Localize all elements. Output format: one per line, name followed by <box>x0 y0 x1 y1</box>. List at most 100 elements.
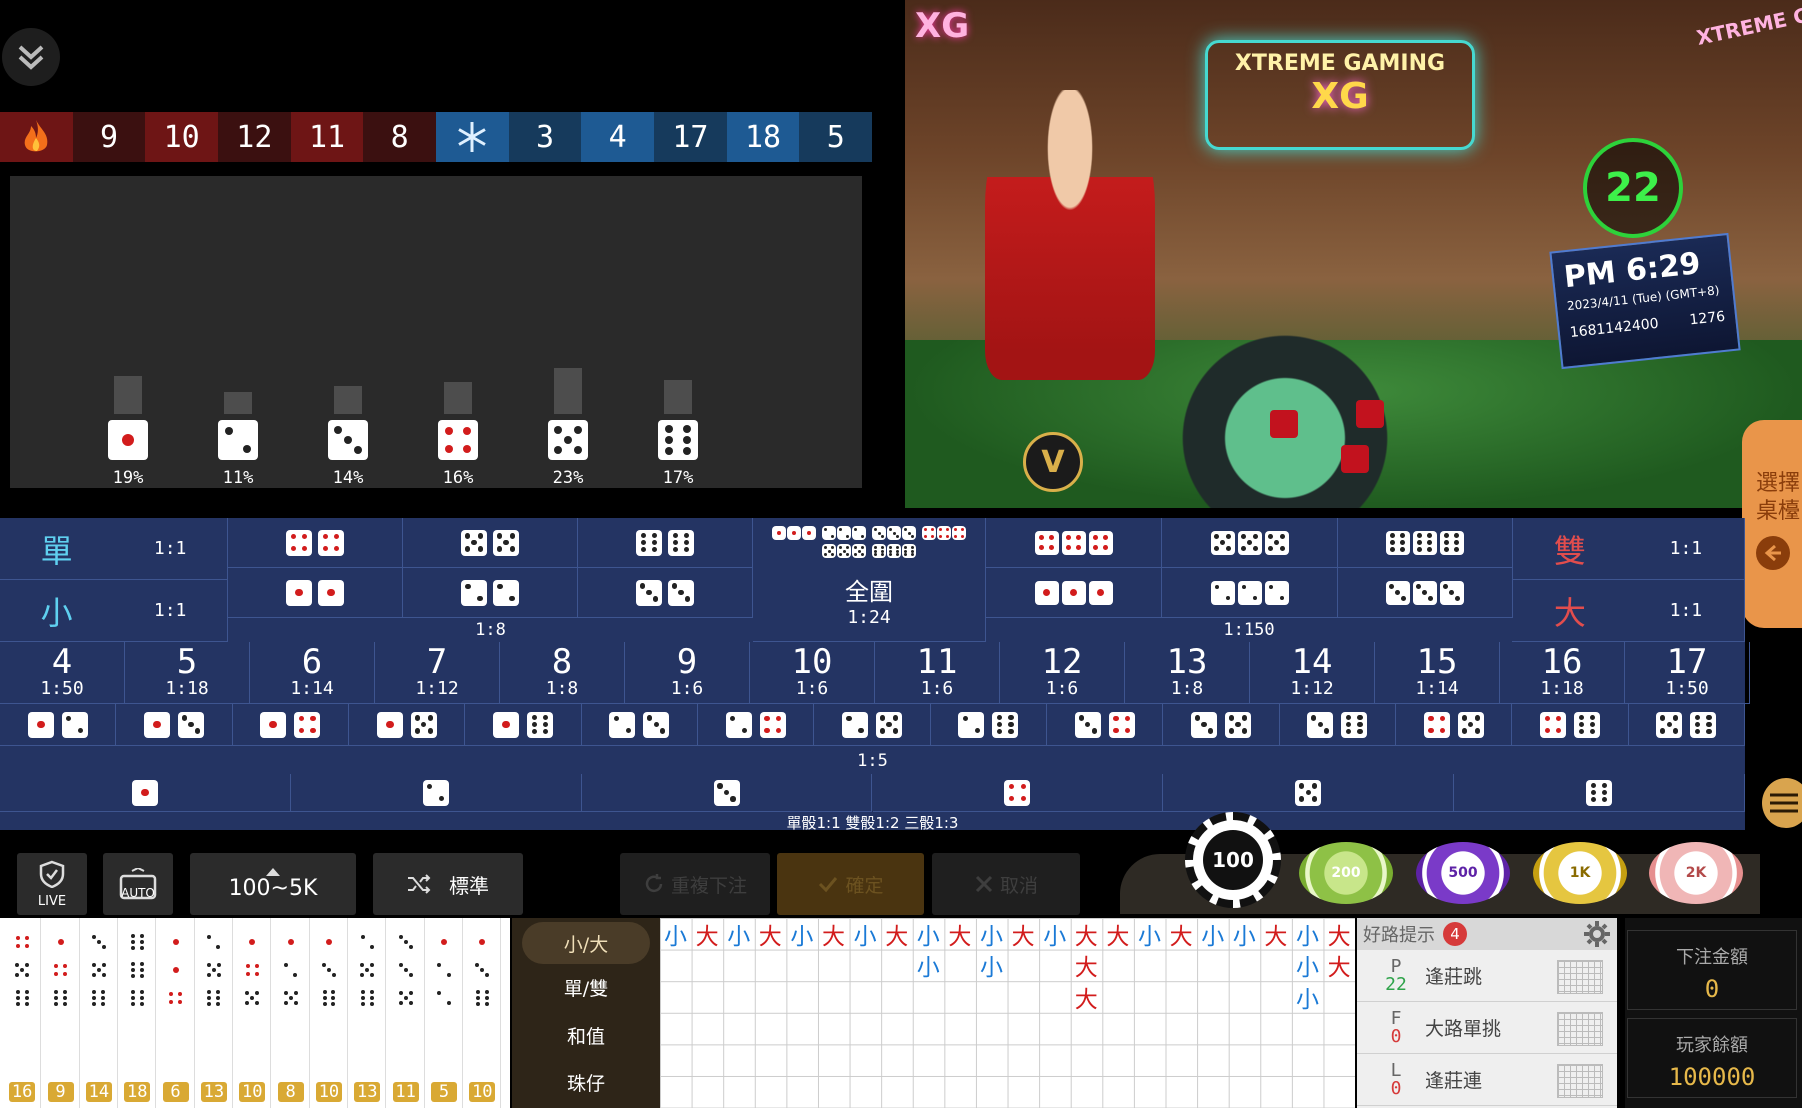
live-video-stream: XTREME GAMING XG XG XTREME GAMIN V 22 PM… <box>905 0 1802 508</box>
bet-sum-5[interactable]: 5 1:18 <box>125 642 250 704</box>
bet-pair-1-2[interactable] <box>0 704 117 746</box>
bet-single-6[interactable] <box>1454 774 1745 812</box>
bet-pair-2-4[interactable] <box>698 704 815 746</box>
gear-icon[interactable] <box>1583 920 1611 948</box>
bead-column: 9 <box>42 918 80 1108</box>
bet-sum-13[interactable]: 13 1:8 <box>1125 642 1250 704</box>
live-button[interactable]: LIVE <box>17 853 87 915</box>
die-face-5 <box>852 544 866 558</box>
chip-2k[interactable]: 2K <box>1649 842 1743 904</box>
die-face-1 <box>165 932 186 952</box>
bet-sum-10[interactable]: 10 1:6 <box>750 642 875 704</box>
die-face-4 <box>952 526 966 540</box>
bet-sum-16[interactable]: 16 1:18 <box>1500 642 1625 704</box>
tip-code: L0 <box>1381 1061 1411 1098</box>
bet-single-5[interactable] <box>1163 774 1455 812</box>
bet-pair-4-5[interactable] <box>1396 704 1513 746</box>
bet-double-3[interactable] <box>578 568 753 618</box>
bet-sum-9[interactable]: 9 1:6 <box>625 642 750 704</box>
bet-single-1[interactable] <box>0 774 291 812</box>
tab-odd-even[interactable]: 單/雙 <box>512 964 660 1012</box>
bet-single-2[interactable] <box>290 774 582 812</box>
bet-triple-any[interactable]: 全圍 1:24 <box>753 518 986 642</box>
bet-pair-5-6[interactable] <box>1628 704 1745 746</box>
sum-number: 5 <box>176 642 198 682</box>
cancel-button[interactable]: 取消 <box>932 853 1080 915</box>
bet-sum-15[interactable]: 15 1:14 <box>1375 642 1500 704</box>
die-face-2 <box>61 711 88 738</box>
bet-triple-6[interactable] <box>1337 518 1513 568</box>
hot-cold-strip: 9 10 12 11 8 3 4 17 18 5 <box>0 112 873 162</box>
tab-beads[interactable]: 珠仔 <box>512 1059 660 1107</box>
bet-sum-14[interactable]: 14 1:12 <box>1250 642 1375 704</box>
bet-pair-3-5[interactable] <box>1163 704 1280 746</box>
collapse-button[interactable] <box>2 28 60 86</box>
auto-button[interactable]: AUTO <box>103 853 173 915</box>
bet-pair-3-6[interactable] <box>1279 704 1396 746</box>
bet-single-3[interactable] <box>581 774 873 812</box>
bet-small[interactable]: 小 1:1 <box>0 580 228 642</box>
bet-sum-17[interactable]: 17 1:50 <box>1625 642 1750 704</box>
chip-1k[interactable]: 1K <box>1533 842 1627 904</box>
bet-triple-2[interactable] <box>1162 568 1338 618</box>
bet-even-odds: 1:1 <box>1669 538 1703 559</box>
menu-button[interactable] <box>1762 778 1802 828</box>
die-face-5 <box>461 529 487 556</box>
mode-button[interactable]: 標準 <box>373 853 523 915</box>
cold-number: 5 <box>799 112 873 162</box>
bet-triple-3[interactable] <box>1337 568 1513 618</box>
confirm-label: 確定 <box>845 874 884 897</box>
tab-small-big[interactable]: 小/大 <box>522 922 650 964</box>
die-face-6 <box>357 988 378 1008</box>
bet-pair-2-5[interactable] <box>814 704 931 746</box>
die-face-5 <box>357 960 378 980</box>
die-face-4 <box>1034 530 1059 555</box>
bet-limit-selector[interactable]: 100~5K <box>190 853 356 915</box>
select-table-tab[interactable]: 選擇桌檯 <box>1742 420 1802 628</box>
bet-pair-1-3[interactable] <box>116 704 233 746</box>
bet-pair-2-6[interactable] <box>930 704 1047 746</box>
bet-sum-7[interactable]: 7 1:12 <box>375 642 500 704</box>
bet-sum-4[interactable]: 4 1:50 <box>0 642 125 704</box>
die-face-6 <box>872 544 886 558</box>
stat-bar <box>334 386 362 414</box>
bet-double-1[interactable] <box>228 568 403 618</box>
chip-500[interactable]: 500 <box>1416 842 1510 904</box>
bet-single-4[interactable] <box>872 774 1164 812</box>
bet-pair-4-6[interactable] <box>1512 704 1629 746</box>
bet-pair-1-6[interactable] <box>465 704 582 746</box>
chip-200[interactable]: 200 <box>1299 842 1393 904</box>
bet-triple-1[interactable] <box>986 568 1162 618</box>
die-face-5 <box>822 544 836 558</box>
bet-pair-1-5[interactable] <box>349 704 466 746</box>
tip-row[interactable]: P 22 逢莊跳 <box>1357 950 1617 1002</box>
bet-even[interactable]: 雙 1:1 <box>1512 518 1745 580</box>
tip-value: 22 <box>1385 973 1407 995</box>
bet-pair-2-3[interactable] <box>581 704 698 746</box>
bet-sum-8[interactable]: 8 1:8 <box>500 642 625 704</box>
bet-pair-1-4[interactable] <box>232 704 349 746</box>
die-face-6 <box>1341 711 1368 738</box>
check-icon <box>819 877 838 893</box>
confirm-button[interactable]: 確定 <box>777 853 924 915</box>
bet-double-4[interactable] <box>228 518 403 568</box>
stat-percent: 14% <box>332 468 364 488</box>
bet-double-6[interactable] <box>578 518 753 568</box>
chip-100[interactable]: 100 <box>1185 812 1281 908</box>
bet-double-5[interactable] <box>403 518 578 568</box>
bet-double-2[interactable] <box>403 568 578 618</box>
bet-sum-11[interactable]: 11 1:6 <box>875 642 1000 704</box>
die-face-1 <box>242 932 263 952</box>
bet-sum-6[interactable]: 6 1:14 <box>250 642 375 704</box>
tip-row[interactable]: L 0 逢莊連 <box>1357 1054 1617 1106</box>
bet-triple-5[interactable] <box>1162 518 1338 568</box>
bet-odd[interactable]: 單 1:1 <box>0 518 228 580</box>
tab-sum[interactable]: 和值 <box>512 1012 660 1060</box>
tip-row[interactable]: F 0 大路單挑 <box>1357 1002 1617 1054</box>
bet-pair-3-4[interactable] <box>1047 704 1164 746</box>
bet-sum-12[interactable]: 12 1:6 <box>1000 642 1125 704</box>
bet-big[interactable]: 大 1:1 <box>1512 580 1745 642</box>
road-cell: 小 <box>1138 923 1161 950</box>
bet-triple-4[interactable] <box>986 518 1162 568</box>
repeat-bet-button[interactable]: 重複下注 <box>620 853 770 915</box>
